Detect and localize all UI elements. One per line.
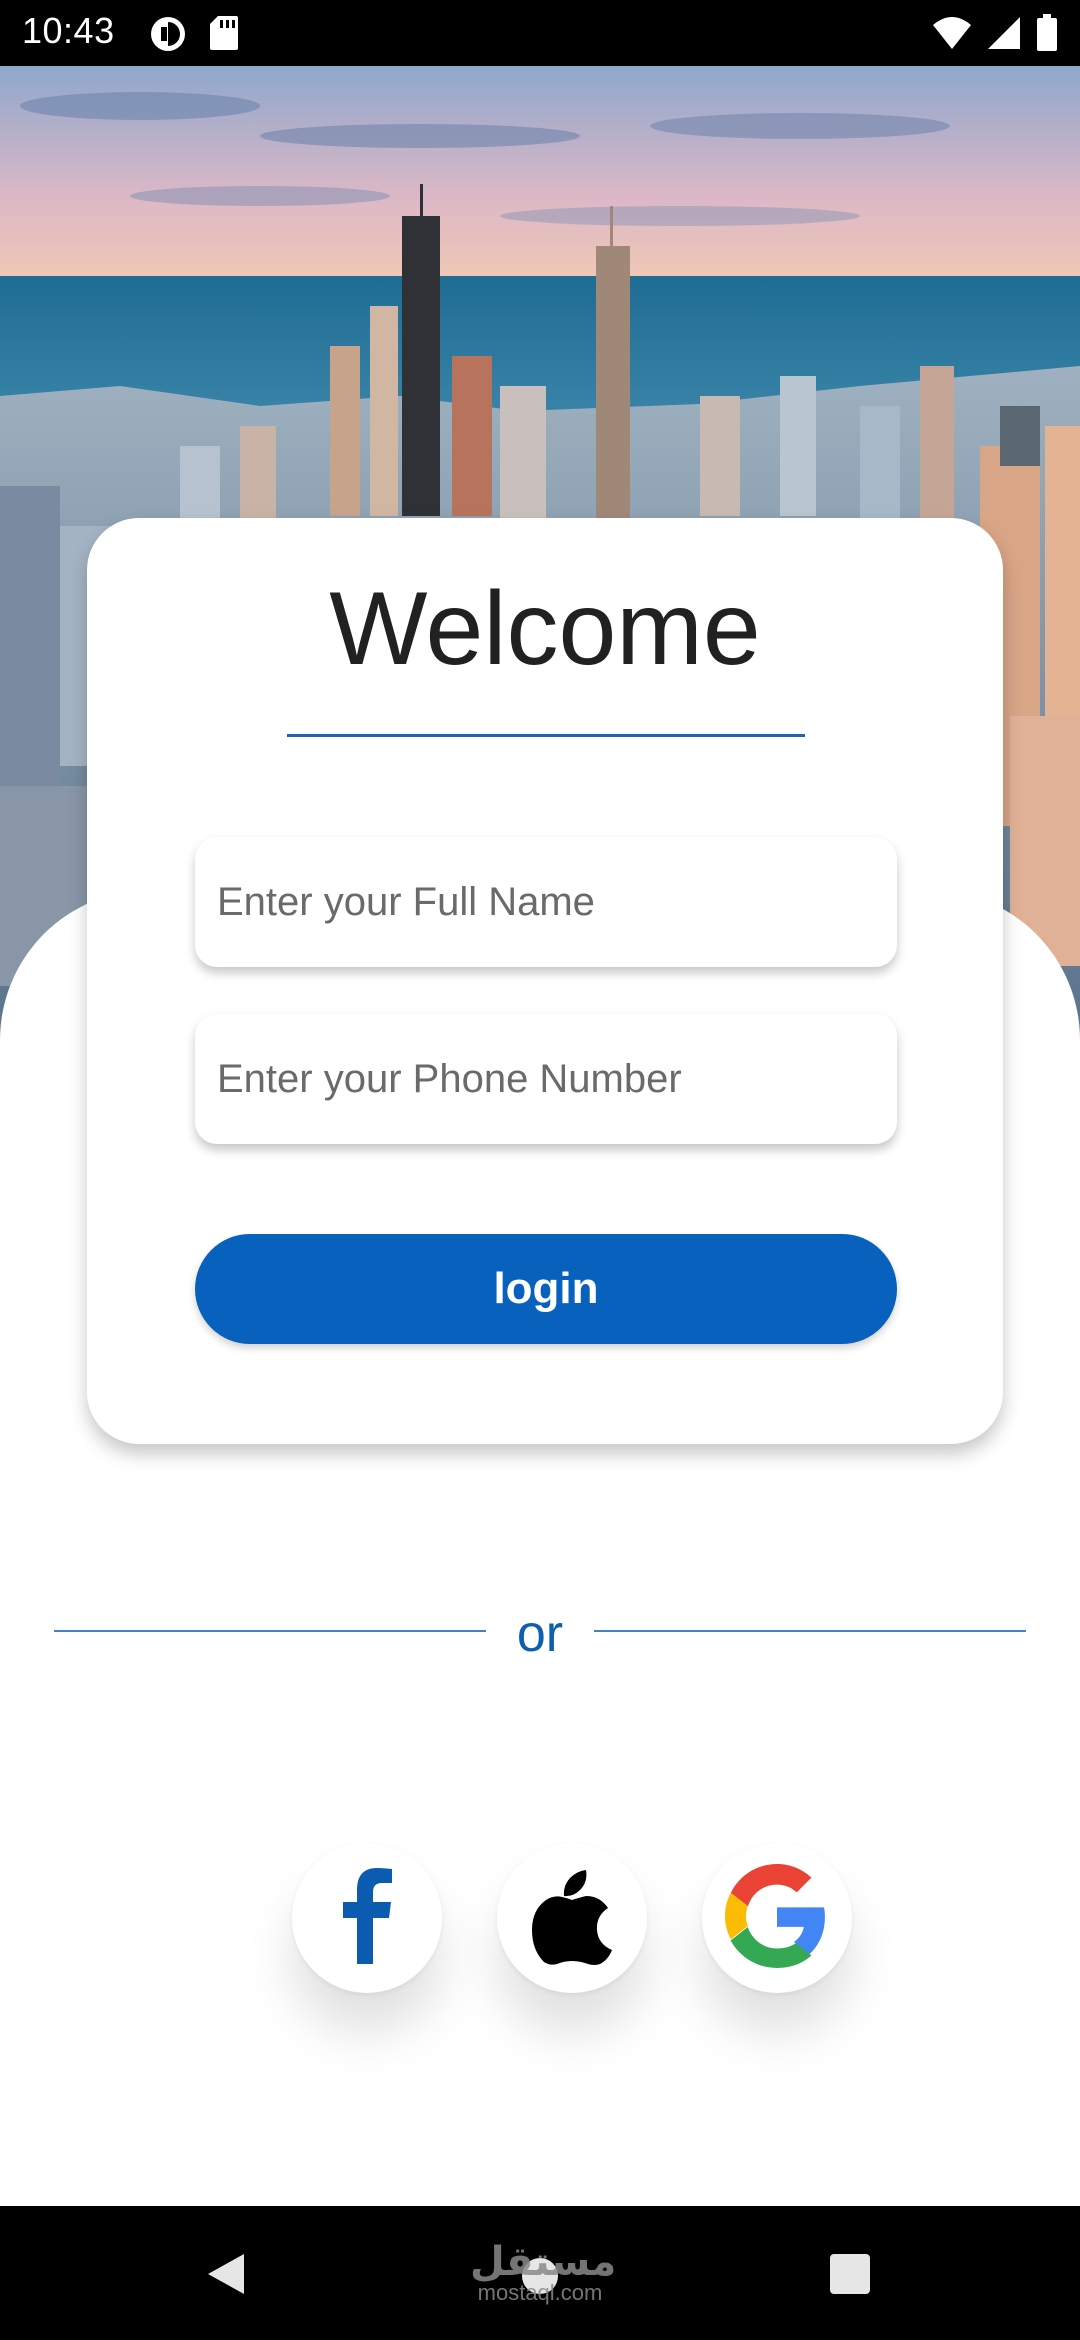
wifi-icon: [932, 15, 972, 56]
google-icon: [725, 1863, 829, 1973]
signal-icon: [986, 15, 1022, 56]
phone-number-input[interactable]: [195, 1056, 897, 1102]
apple-login-button[interactable]: [497, 1843, 647, 1993]
watermark-arabic: مستقل: [470, 2240, 617, 2284]
sd-card-icon: [208, 14, 240, 59]
title-underline: [287, 734, 805, 737]
phone-field-container: [195, 1014, 897, 1144]
watermark: مستقل mostaql.com: [470, 2240, 617, 2305]
full-name-field-container: [195, 837, 897, 967]
apple-icon: [530, 1866, 614, 1971]
full-name-input[interactable]: [195, 879, 897, 925]
watermark-text: mostaql.com: [477, 2280, 603, 2305]
google-login-button[interactable]: [702, 1843, 852, 1993]
back-icon[interactable]: [206, 2252, 246, 2301]
login-card: Welcome login: [87, 518, 1003, 1444]
data-saver-icon: [148, 14, 188, 59]
status-bar: 10:43: [0, 0, 1080, 66]
facebook-login-button[interactable]: [292, 1843, 442, 1993]
navigation-bar: مستقل mostaql.com: [0, 2206, 1080, 2340]
battery-icon: [1036, 14, 1058, 57]
page-title: Welcome: [329, 571, 761, 687]
status-time: 10:43: [22, 10, 115, 51]
facebook-icon: [337, 1866, 397, 1971]
divider-right-line: [594, 1630, 1026, 1632]
login-button[interactable]: login: [195, 1234, 897, 1344]
recents-icon[interactable]: [830, 2254, 870, 2294]
divider-or-text: or: [516, 1605, 564, 1663]
divider-left-line: [54, 1630, 486, 1632]
